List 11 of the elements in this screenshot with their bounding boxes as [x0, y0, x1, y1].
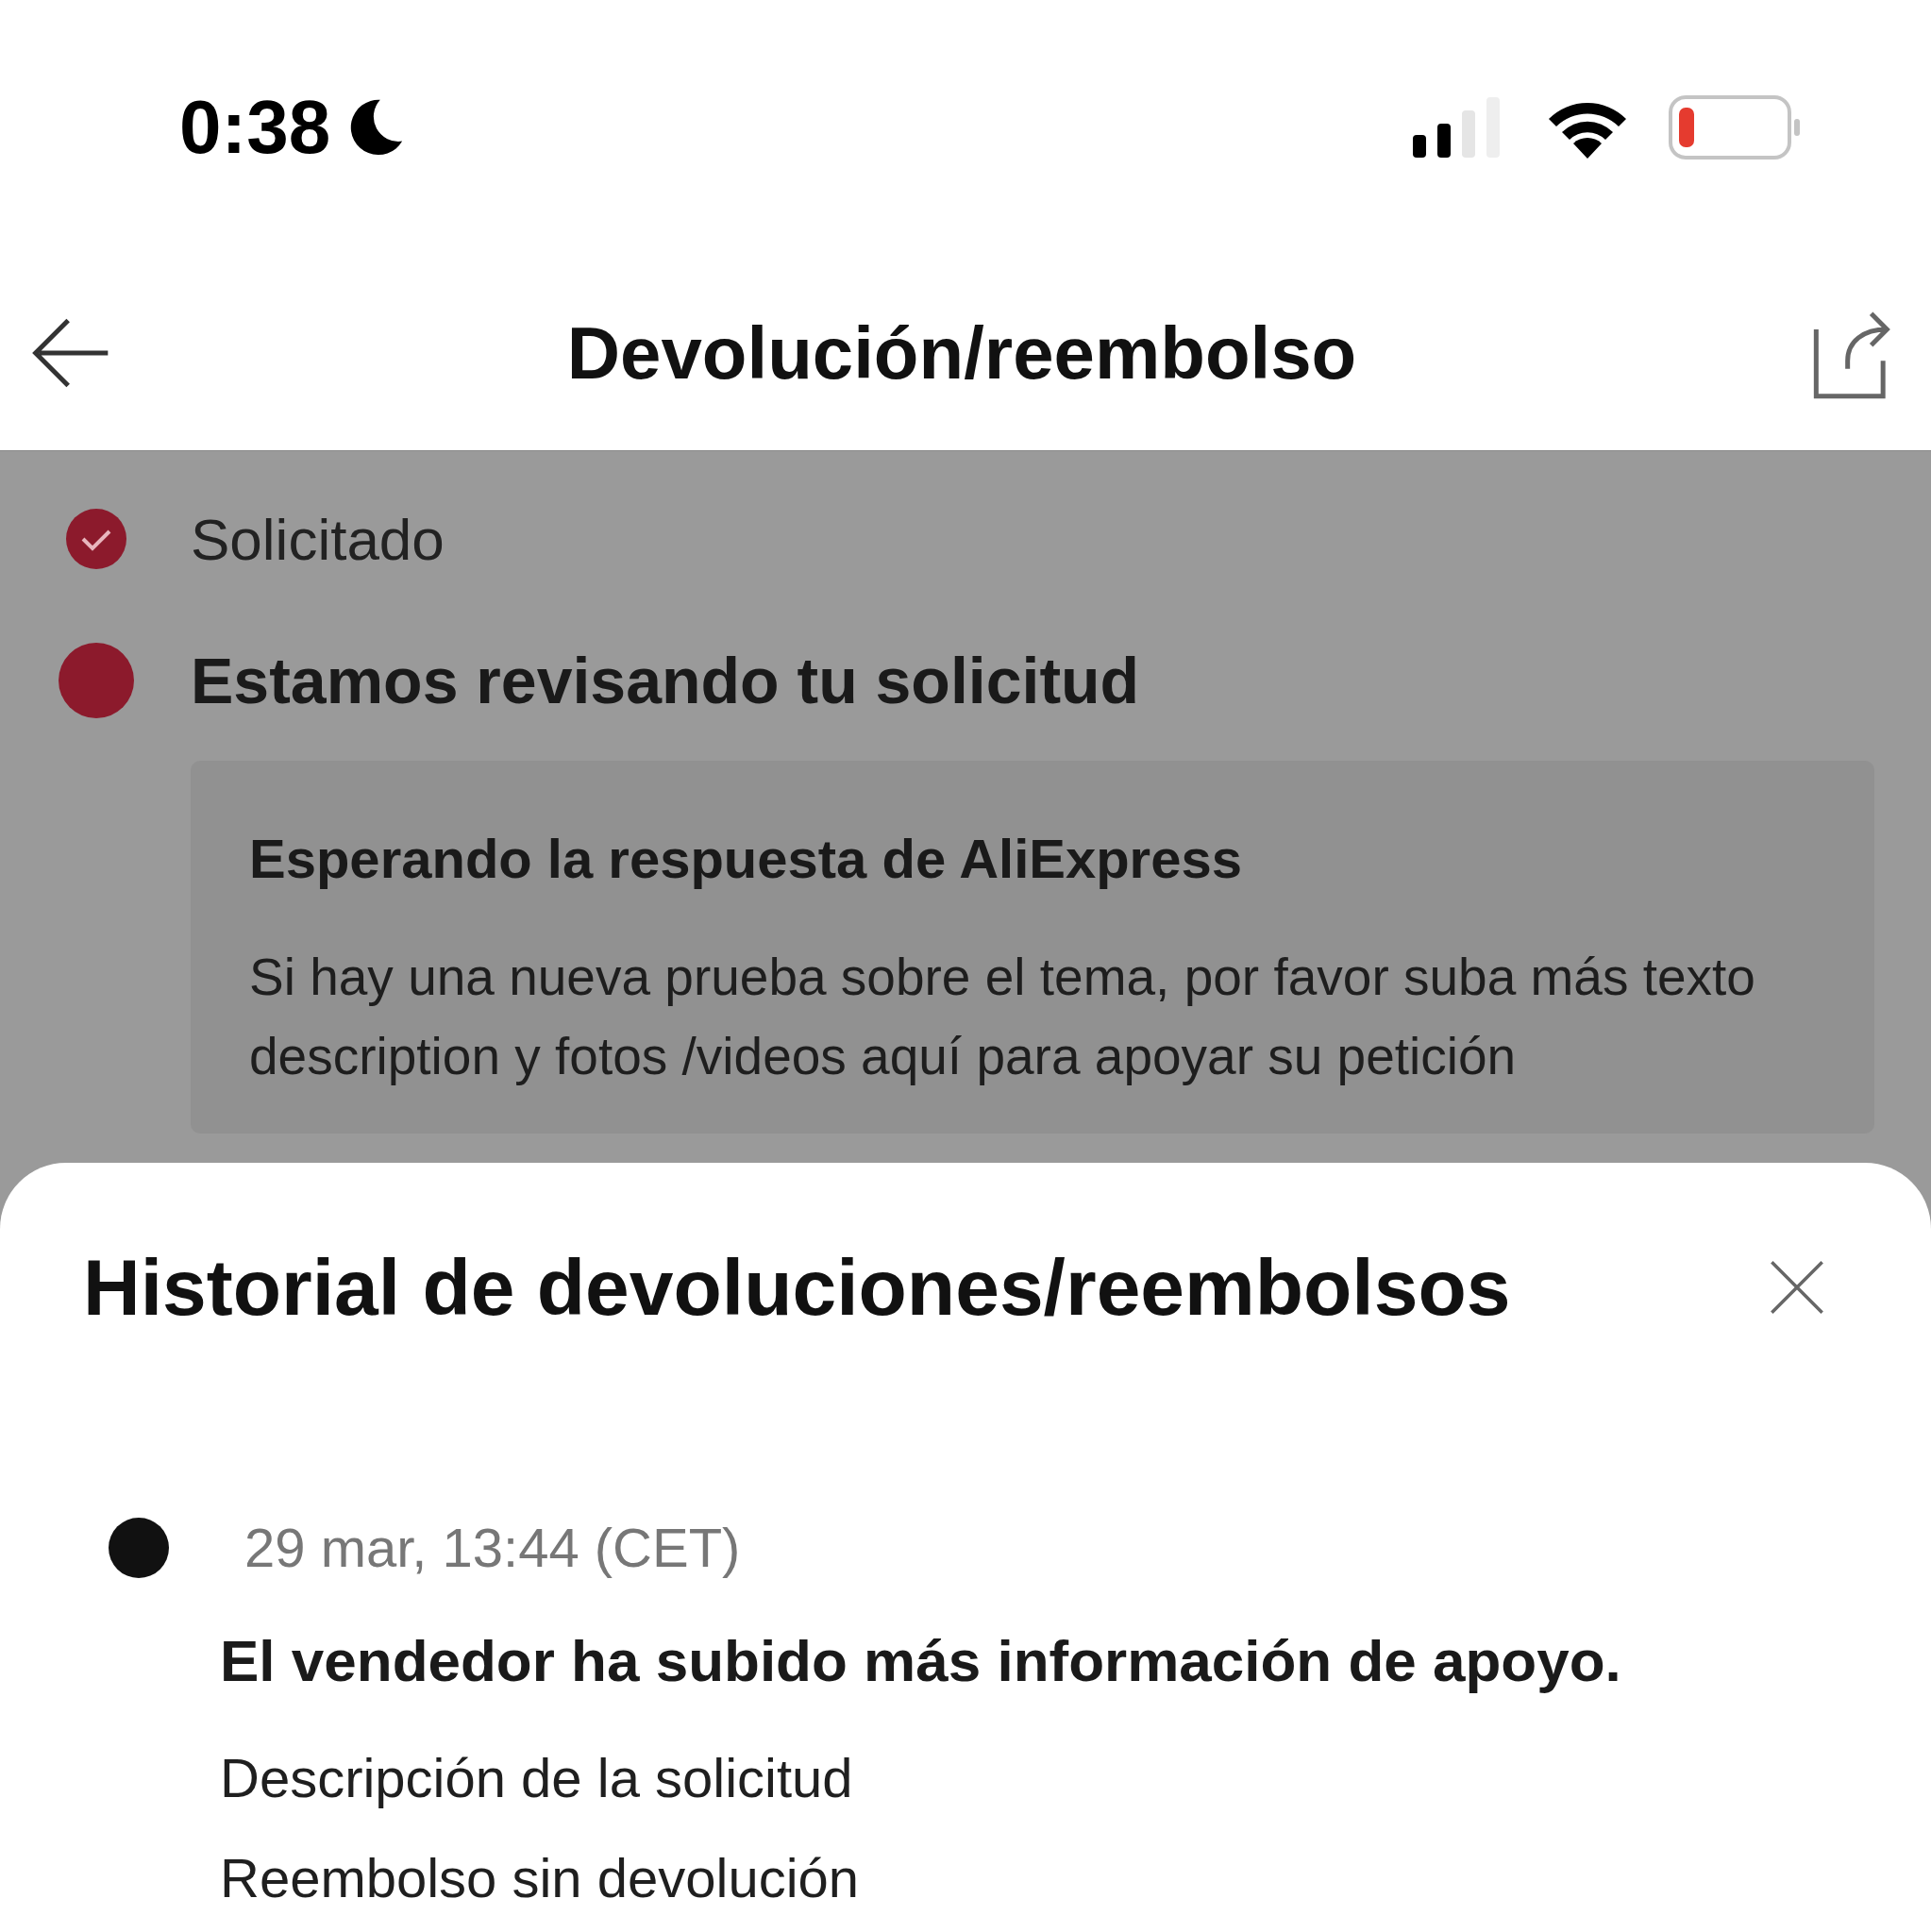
step-label: Estamos revisando tu solicitud: [191, 644, 1140, 718]
entry-time: 29 mar, 13:44 (CET): [244, 1516, 741, 1580]
entry-detail: Reembolso sin devolución: [220, 1846, 861, 1910]
card-message: Si hay una nueva prueba sobre el tema, por favor suba más texto description y fotos /videos aquí para apoyar su petición: [249, 947, 1756, 1087]
step-label: Solicitado: [191, 505, 445, 574]
status-time: 0:38: [179, 90, 331, 165]
sheet-title: Historial de devoluciones/reembolsos: [83, 1248, 1511, 1327]
page-title: Devolución/reembolso: [566, 315, 1357, 390]
entry-message: El vendedor ha subido más información de apoyo.: [219, 1627, 1622, 1695]
entry-detail: Descripción de la solicitud: [220, 1746, 854, 1810]
card-title: Esperando la respuesta de AliExpress: [249, 827, 1243, 891]
